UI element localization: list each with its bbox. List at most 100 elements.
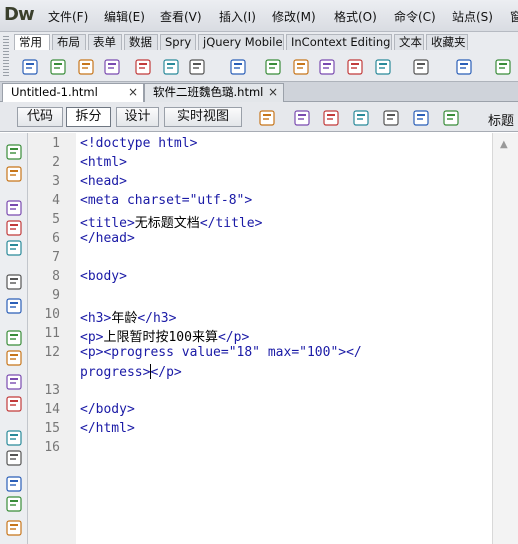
code-tag: </p> [150, 365, 182, 380]
date-icon[interactable] [292, 58, 310, 76]
multiscreen-icon[interactable] [258, 109, 276, 127]
view-button[interactable]: 拆分 [66, 107, 111, 127]
visual-aids-icon[interactable] [412, 109, 430, 127]
recent-snippets-icon[interactable] [5, 495, 23, 513]
menu-item[interactable]: 修改(M) [272, 8, 316, 25]
insert-tab[interactable]: 文本 [394, 34, 424, 50]
balance-braces-icon[interactable] [5, 297, 23, 315]
line-numbers-icon[interactable] [5, 329, 23, 347]
document-tab[interactable]: 软件二班魏色璐.html × [144, 83, 284, 102]
expand-all-icon[interactable] [5, 239, 23, 257]
code-tag: <p> [80, 330, 104, 345]
panel-grip[interactable] [3, 36, 9, 76]
view-button[interactable]: 实时视图 [164, 107, 242, 127]
highlight-invalid-code-icon[interactable] [5, 349, 23, 367]
email-link-icon[interactable] [49, 58, 67, 76]
syntax-error-alerts-icon[interactable] [5, 395, 23, 413]
line-number: 5 [52, 212, 60, 227]
preview-browser-icon[interactable] [293, 109, 311, 127]
vertical-scrollbar[interactable]: ▲ [492, 133, 518, 544]
code-line: <p><progress value="18" max="100"></ [80, 345, 362, 360]
menu-item[interactable]: 站点(S) [452, 8, 493, 25]
line-number: 1 [52, 136, 60, 151]
code-tag: <h3> [80, 311, 112, 326]
line-number: 15 [44, 421, 60, 436]
code-line: progress></p> [80, 364, 182, 380]
move-css-icon[interactable] [5, 519, 23, 537]
code-line: <head> [80, 174, 127, 189]
line-number: 8 [52, 269, 60, 284]
menu-item[interactable]: 格式(O) [334, 8, 377, 25]
code-text: 年龄 [111, 311, 138, 326]
line-number: 3 [52, 174, 60, 189]
line-number: 10 [44, 307, 60, 322]
close-tab-icon[interactable]: × [268, 84, 278, 101]
file-management-icon[interactable] [322, 109, 340, 127]
line-number: 13 [44, 383, 60, 398]
menu-item[interactable]: 命令(C) [394, 8, 436, 25]
apply-comment-icon[interactable] [5, 429, 23, 447]
insert-tab[interactable]: 常用 [14, 34, 50, 50]
insert-tab[interactable]: 数据 [124, 34, 158, 50]
code-tag: </title> [199, 216, 263, 231]
wrap-tag-icon[interactable] [5, 475, 23, 493]
insert-panel: 常用 布局 表单 数据 Spry jQuery Mobile InContext Editi… [0, 32, 518, 82]
insert-tab[interactable]: 布局 [52, 34, 86, 50]
check-browser-icon[interactable] [382, 109, 400, 127]
view-button[interactable]: 设计 [116, 107, 159, 127]
refresh-icon[interactable] [442, 109, 460, 127]
show-code-navigator-icon[interactable] [5, 165, 23, 183]
close-tab-icon[interactable]: × [128, 84, 138, 101]
tag-chooser-icon[interactable] [494, 58, 512, 76]
code-tag: </h3> [137, 311, 177, 326]
menu-item[interactable]: 插入(I) [219, 8, 256, 25]
menu-item[interactable]: 查看(V) [160, 8, 202, 25]
line-number: 4 [52, 193, 60, 208]
w3c-validation-icon[interactable] [352, 109, 370, 127]
menu-bar: Dw 文件(F) 编辑(E) 查看(V) 插入(I) 修改(M) 格式(O) 命令(C) 站点… [0, 0, 518, 32]
scroll-up-arrow-icon[interactable]: ▲ [500, 139, 508, 150]
collapse-full-tag-icon[interactable] [5, 199, 23, 217]
templates-icon[interactable] [455, 58, 473, 76]
named-anchor-icon[interactable] [77, 58, 95, 76]
media-icon[interactable] [229, 58, 247, 76]
comment-icon[interactable] [346, 58, 364, 76]
select-parent-tag-icon[interactable] [5, 273, 23, 291]
insert-tab[interactable]: 收藏夹 [426, 34, 468, 50]
line-number: 2 [52, 155, 60, 170]
collapse-selection-icon[interactable] [5, 219, 23, 237]
document-toolbar: 代码 拆分 设计 实时视图 标题 [0, 102, 518, 132]
line-number: 11 [44, 326, 60, 341]
word-wrap-icon[interactable] [5, 373, 23, 391]
code-line: </html> [80, 421, 135, 436]
server-include-icon[interactable] [318, 58, 336, 76]
hyperlink-icon[interactable] [21, 58, 39, 76]
code-tag: </p> [217, 330, 250, 345]
code-line: </head> [80, 231, 135, 246]
open-documents-icon[interactable] [5, 143, 23, 161]
head-icon[interactable] [374, 58, 392, 76]
menu-item[interactable]: 窗 [510, 8, 518, 25]
insert-tab[interactable]: InContext Editing [286, 34, 392, 50]
images-icon[interactable] [188, 58, 206, 76]
menu-item[interactable]: 编辑(E) [104, 8, 145, 25]
document-tab[interactable]: Untitled-1.html × [2, 83, 144, 102]
horizontal-rule-icon[interactable] [103, 58, 121, 76]
insert-div-icon[interactable] [162, 58, 180, 76]
table-icon[interactable] [134, 58, 152, 76]
line-number: 16 [44, 440, 60, 455]
insert-tab[interactable]: Spry [160, 34, 196, 50]
insert-tab[interactable]: 表单 [88, 34, 122, 50]
remove-comment-icon[interactable] [5, 449, 23, 467]
insert-tab[interactable]: jQuery Mobile [198, 34, 284, 50]
widget-icon[interactable] [264, 58, 282, 76]
document-tab-bar: Untitled-1.html × 软件二班魏色璐.html × [0, 82, 518, 102]
menu-item[interactable]: 文件(F) [48, 8, 88, 25]
code-line: <!doctype html> [80, 136, 198, 151]
code-editor[interactable]: <!doctype html> <html> <head> <meta charset… [76, 133, 492, 544]
title-label: 标题 [488, 114, 515, 129]
code-line: <title>无标题文档</title> [80, 212, 262, 231]
document-tab-label: 软件二班魏色璐.html [153, 85, 264, 99]
view-button[interactable]: 代码 [17, 107, 63, 127]
script-icon[interactable] [412, 58, 430, 76]
